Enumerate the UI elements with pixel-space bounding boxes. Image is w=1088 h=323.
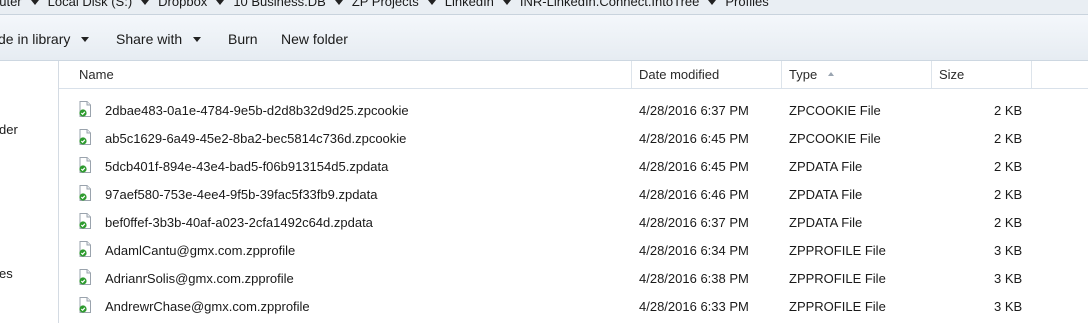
column-size-label: Size	[939, 67, 965, 82]
file-date-modified: 4/28/2016 6:46 PM	[639, 187, 749, 202]
breadcrumb-item[interactable]: LinkedIn	[445, 0, 494, 9]
breadcrumb-item[interactable]: puter	[0, 0, 22, 9]
chevron-down-icon[interactable]	[216, 0, 225, 5]
file-size: 2 KB	[994, 103, 1023, 118]
new-folder-label: New folder	[281, 31, 348, 47]
burn-button[interactable]: Burn	[228, 31, 258, 47]
file-size: 3 KB	[994, 271, 1023, 286]
file-name: 2dbae483-0a1e-4784-9e5b-d2d8b32d9d25.zpc…	[105, 103, 409, 118]
breadcrumb: puter Local Disk (S:) Dropbox 10 Busines…	[0, 0, 769, 9]
chevron-down-icon[interactable]	[708, 0, 717, 5]
document-icon	[79, 213, 91, 229]
file-row[interactable]: 5dcb401f-894e-43e4-bad5-f06b913154d5.zpd…	[59, 153, 1088, 181]
breadcrumb-item[interactable]: Profiles	[725, 0, 768, 9]
document-icon	[79, 241, 91, 257]
file-type: ZPPROFILE File	[789, 243, 886, 258]
file-name: ab5c1629-6a49-45e2-8ba2-bec5814c736d.zpc…	[105, 131, 407, 146]
column-header-size[interactable]: Size	[932, 61, 1032, 88]
document-icon	[79, 185, 91, 201]
document-icon	[79, 297, 91, 313]
chevron-down-icon[interactable]	[141, 0, 150, 5]
column-header-type[interactable]: Type	[782, 61, 932, 88]
file-date-modified: 4/28/2016 6:45 PM	[639, 131, 749, 146]
document-icon	[79, 269, 91, 285]
file-date-modified: 4/28/2016 6:33 PM	[639, 299, 749, 314]
file-type: ZPDATA File	[789, 215, 863, 230]
file-row[interactable]: 97aef580-753e-4ee4-9f5b-39fac5f33fb9.zpd…	[59, 181, 1088, 209]
file-name: AndrewrChase@gmx.com.zpprofile	[105, 299, 310, 314]
file-name: bef0ffef-3b3b-40af-a023-2cfa1492c64d.zpd…	[105, 215, 373, 230]
burn-label: Burn	[228, 31, 258, 47]
breadcrumb-item[interactable]: ZP Projects	[352, 0, 419, 9]
navigation-pane[interactable]: der es	[0, 61, 59, 323]
file-date-modified: 4/28/2016 6:37 PM	[639, 215, 749, 230]
chevron-down-icon[interactable]	[427, 0, 436, 5]
breadcrumb-item[interactable]: Dropbox	[158, 0, 207, 9]
breadcrumb-item[interactable]: INR-LinkedIn.Connect.IntoTree	[520, 0, 699, 9]
file-row[interactable]: AdamlCantu@gmx.com.zpprofile 4/28/2016 6…	[59, 237, 1088, 265]
document-icon	[79, 157, 91, 173]
include-in-library-label: de in library	[0, 31, 71, 47]
chevron-down-icon[interactable]	[30, 0, 39, 5]
file-size: 2 KB	[994, 215, 1023, 230]
file-size: 3 KB	[994, 299, 1023, 314]
file-row[interactable]: AndrewrChase@gmx.com.zpprofile 4/28/2016…	[59, 293, 1088, 321]
chevron-down-icon[interactable]	[502, 0, 511, 5]
file-row[interactable]: AdrianrSolis@gmx.com.zpprofile 4/28/2016…	[59, 265, 1088, 293]
column-name-label: Name	[79, 67, 114, 82]
address-bar[interactable]: puter Local Disk (S:) Dropbox 10 Busines…	[0, 0, 1088, 15]
breadcrumb-item[interactable]: Local Disk (S:)	[48, 0, 133, 9]
column-date-label: Date modified	[639, 67, 720, 82]
column-type-label: Type	[789, 67, 818, 82]
file-row[interactable]: bef0ffef-3b3b-40af-a023-2cfa1492c64d.zpd…	[59, 209, 1088, 237]
file-date-modified: 4/28/2016 6:37 PM	[639, 103, 749, 118]
document-icon	[79, 129, 91, 145]
file-type: ZPCOOKIE File	[789, 131, 881, 146]
include-in-library-button[interactable]: de in library	[0, 31, 90, 47]
file-row[interactable]: 2dbae483-0a1e-4784-9e5b-d2d8b32d9d25.zpc…	[59, 97, 1088, 125]
breadcrumb-item[interactable]: 10 Business.DB	[233, 0, 326, 9]
nav-item-libraries[interactable]: es	[0, 266, 13, 281]
file-size: 3 KB	[994, 243, 1023, 258]
file-type: ZPDATA File	[789, 159, 863, 174]
nav-item-folder[interactable]: der	[0, 122, 18, 137]
file-size: 2 KB	[994, 159, 1023, 174]
file-date-modified: 4/28/2016 6:45 PM	[639, 159, 749, 174]
new-folder-button[interactable]: New folder	[281, 31, 348, 47]
sort-ascending-icon	[828, 72, 834, 76]
file-size: 2 KB	[994, 131, 1023, 146]
file-name: AdrianrSolis@gmx.com.zpprofile	[105, 271, 294, 286]
column-header-name[interactable]: Name	[72, 61, 632, 88]
file-type: ZPPROFILE File	[789, 299, 886, 314]
file-date-modified: 4/28/2016 6:38 PM	[639, 271, 749, 286]
chevron-down-icon[interactable]	[334, 0, 343, 5]
share-with-label: Share with	[116, 31, 183, 47]
file-type: ZPCOOKIE File	[789, 103, 881, 118]
file-name: 5dcb401f-894e-43e4-bad5-f06b913154d5.zpd…	[105, 159, 389, 174]
file-type: ZPDATA File	[789, 187, 863, 202]
file-list: 2dbae483-0a1e-4784-9e5b-d2d8b32d9d25.zpc…	[59, 97, 1088, 323]
chevron-down-icon	[193, 36, 202, 42]
file-row[interactable]: ab5c1629-6a49-45e2-8ba2-bec5814c736d.zpc…	[59, 125, 1088, 153]
chevron-down-icon	[81, 36, 90, 42]
document-icon	[79, 101, 91, 117]
share-with-button[interactable]: Share with	[116, 31, 202, 47]
file-name: AdamlCantu@gmx.com.zpprofile	[105, 243, 296, 258]
column-header-date-modified[interactable]: Date modified	[632, 61, 782, 88]
file-name: 97aef580-753e-4ee4-9f5b-39fac5f33fb9.zpd…	[105, 187, 378, 202]
column-header: Name Date modified Type Size	[59, 61, 1088, 89]
command-toolbar: de in library Share with Burn New folder	[0, 15, 1088, 61]
file-date-modified: 4/28/2016 6:34 PM	[639, 243, 749, 258]
file-size: 2 KB	[994, 187, 1023, 202]
file-type: ZPPROFILE File	[789, 271, 886, 286]
